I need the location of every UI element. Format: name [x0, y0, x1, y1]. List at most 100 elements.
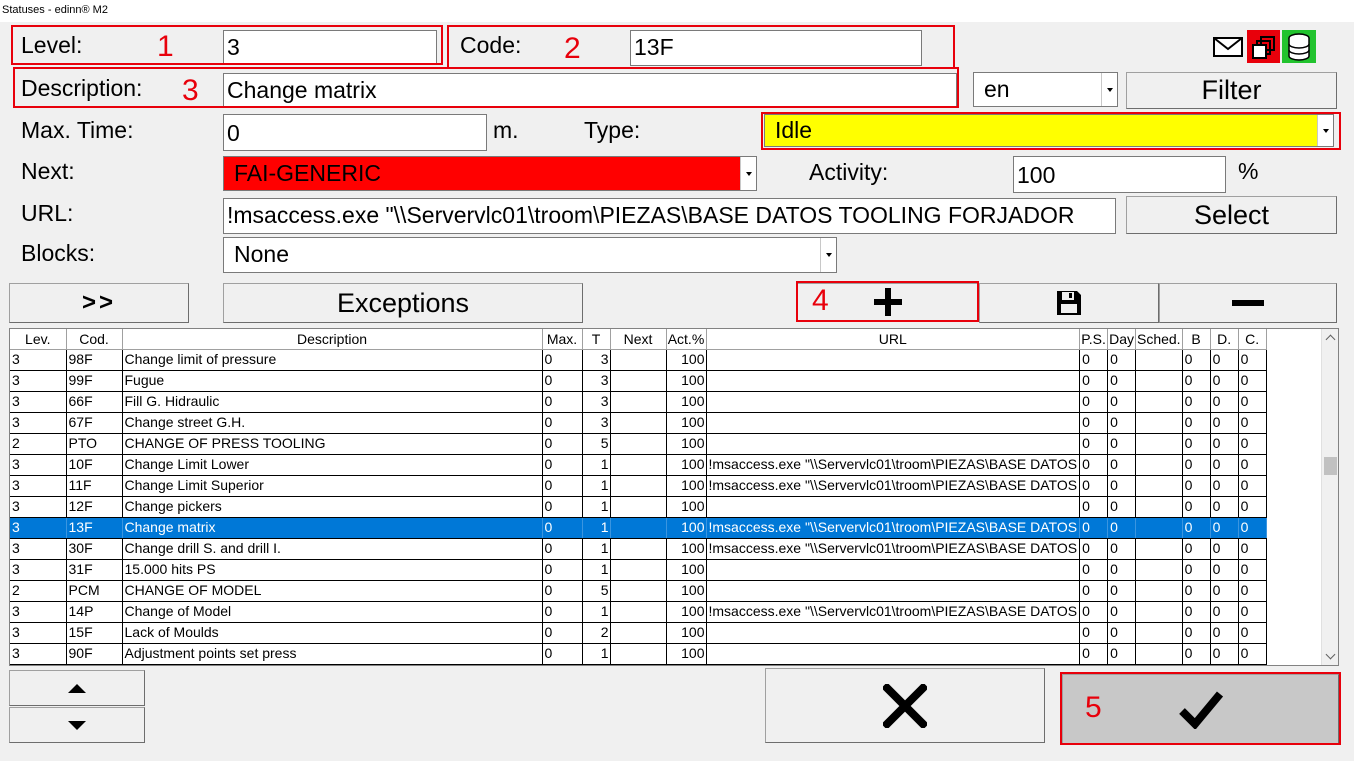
move-up-button[interactable] [9, 670, 145, 706]
table-cell: 0 [1210, 601, 1239, 623]
column-header[interactable]: Max. [542, 329, 583, 350]
table-cell: 3 [10, 454, 67, 476]
filter-button[interactable]: Filter [1126, 72, 1337, 109]
annotation-box-1 [11, 25, 443, 65]
table-cell: 0 [542, 643, 583, 665]
cancel-button[interactable] [765, 668, 1045, 743]
vertical-scrollbar[interactable] [1321, 329, 1338, 665]
column-header[interactable]: Lev. [10, 329, 67, 350]
table-row[interactable]: 3 15F Lack of Moulds 0 2 100 0 0 0 0 0 [10, 622, 1267, 644]
table-cell: !msaccess.exe "\\Servervlc01\troom\PIEZA… [706, 454, 1081, 476]
table-cell [610, 370, 667, 392]
window-title: Statuses - edinn® M2 [0, 0, 1354, 22]
table-cell: 100 [666, 412, 707, 434]
table-row[interactable]: 3 12F Change pickers 0 1 100 0 0 0 0 0 [10, 496, 1267, 518]
scroll-down-icon[interactable] [1325, 649, 1336, 660]
language-select[interactable]: en [973, 72, 1118, 107]
table-row[interactable]: 3 10F Change Limit Lower 0 1 100 !msaccess.exe… [10, 454, 1267, 476]
table-row[interactable]: 3 31F 15.000 hits PS 0 1 100 0 0 0 0 0 [10, 559, 1267, 581]
column-header[interactable]: D. [1210, 329, 1239, 350]
column-header[interactable]: Description [122, 329, 543, 350]
column-header[interactable]: URL [706, 329, 1081, 350]
table-cell: 0 [1210, 475, 1239, 497]
table-cell: 0 [1238, 601, 1267, 623]
chevron-down-icon[interactable] [740, 157, 756, 190]
move-down-button[interactable] [9, 707, 145, 743]
table-cell: 0 [1079, 601, 1109, 623]
table-row[interactable]: 2 PTO CHANGE OF PRESS TOOLING 0 5 100 0 0 0 0 0 [10, 433, 1267, 455]
table-cell: 67F [66, 412, 123, 434]
table-cell: 100 [666, 643, 707, 665]
table-cell: 3 [10, 349, 67, 371]
column-header[interactable]: Act.% [666, 329, 707, 350]
table-row[interactable]: 3 90F Adjustment points set press 0 1 100 0 0 0 0… [10, 643, 1267, 665]
table-row[interactable]: 2 PCM CHANGE OF MODEL 0 5 100 0 0 0 0 0 [10, 580, 1267, 602]
table-cell: 15F [66, 622, 123, 644]
remove-button[interactable] [1159, 283, 1337, 323]
database-icon[interactable] [1282, 30, 1316, 63]
table-row[interactable]: 3 66F Fill G. Hidraulic 0 3 100 0 0 0 0 0 [10, 391, 1267, 413]
table-cell: 0 [1210, 454, 1239, 476]
column-header[interactable]: Sched. [1135, 329, 1183, 350]
table-cell: 0 [542, 517, 583, 539]
blocks-select[interactable]: None [223, 237, 837, 273]
column-header[interactable]: P.S. [1079, 329, 1109, 350]
column-header[interactable]: C. [1238, 329, 1267, 350]
maxtime-unit: m. [493, 117, 519, 143]
column-header[interactable]: Next [610, 329, 667, 350]
table-cell: 0 [1210, 538, 1239, 560]
table-cell: 0 [1079, 580, 1109, 602]
forward-button[interactable]: >> [9, 283, 189, 323]
table-cell: 100 [666, 454, 707, 476]
column-header[interactable]: B [1182, 329, 1211, 350]
table-cell: 0 [1238, 454, 1267, 476]
table-cell: 0 [1182, 370, 1211, 392]
windows-icon[interactable] [1247, 30, 1280, 63]
table-cell: 100 [666, 496, 707, 518]
table-cell [610, 517, 667, 539]
table-cell [610, 622, 667, 644]
table-cell: 0 [1079, 370, 1109, 392]
column-header[interactable]: Cod. [66, 329, 123, 350]
annotation-number-5: 5 [1085, 691, 1102, 724]
annotation-box-3 [13, 67, 959, 108]
url-input[interactable]: !msaccess.exe "\\Servervlc01\troom\PIEZA… [223, 198, 1116, 234]
table-cell: 0 [1182, 643, 1211, 665]
annotation-box-5 [1060, 672, 1341, 745]
table-cell: 100 [666, 433, 707, 455]
scrollbar-thumb[interactable] [1324, 457, 1337, 475]
table-row[interactable]: 3 14P Change of Model 0 1 100 !msaccess.exe "\… [10, 601, 1267, 623]
table-row[interactable]: 3 99F Fugue 0 3 100 0 0 0 0 0 [10, 370, 1267, 392]
exceptions-button[interactable]: Exceptions [223, 283, 583, 323]
save-button[interactable] [979, 283, 1159, 323]
table-row[interactable]: 3 67F Change street G.H. 0 3 100 0 0 0 0 0 [10, 412, 1267, 434]
maxtime-input[interactable]: 0 [223, 114, 487, 151]
statuses-table[interactable]: Lev. Cod. Description Max. T Next Act.% URL P.S.… [9, 328, 1339, 666]
table-cell: 30F [66, 538, 123, 560]
table-row[interactable]: 3 30F Change drill S. and drill I. 0 1 100 !ms… [10, 538, 1267, 560]
next-select[interactable]: FAI-GENERIC [223, 156, 757, 191]
table-cell: PTO [66, 433, 123, 455]
save-icon [1057, 291, 1081, 315]
column-header[interactable]: Day [1107, 329, 1136, 350]
table-cell: 0 [1182, 454, 1211, 476]
column-header[interactable]: T [582, 329, 611, 350]
table-cell: 1 [582, 454, 611, 476]
scroll-up-icon[interactable] [1325, 334, 1336, 345]
table-cell: 1 [582, 601, 611, 623]
activity-input[interactable]: 100 [1013, 156, 1226, 193]
table-cell: 100 [666, 622, 707, 644]
chevron-down-icon[interactable] [1101, 73, 1117, 106]
table-cell [610, 475, 667, 497]
table-cell [1135, 601, 1183, 623]
table-cell: 0 [1238, 391, 1267, 413]
table-cell [706, 643, 1081, 665]
mail-icon[interactable] [1211, 32, 1244, 62]
table-row[interactable]: 3 98F Change limit of pressure 0 3 100 0 0 0 0 0 [10, 349, 1267, 371]
table-cell: 0 [1182, 538, 1211, 560]
select-button[interactable]: Select [1126, 196, 1337, 234]
chevron-down-icon[interactable] [820, 238, 836, 272]
table-row[interactable]: 3 13F Change matrix 0 1 100 !msaccess.exe "\\S… [10, 517, 1267, 539]
table-cell: 0 [1182, 496, 1211, 518]
table-row[interactable]: 3 11F Change Limit Superior 0 1 100 !msaccess.… [10, 475, 1267, 497]
